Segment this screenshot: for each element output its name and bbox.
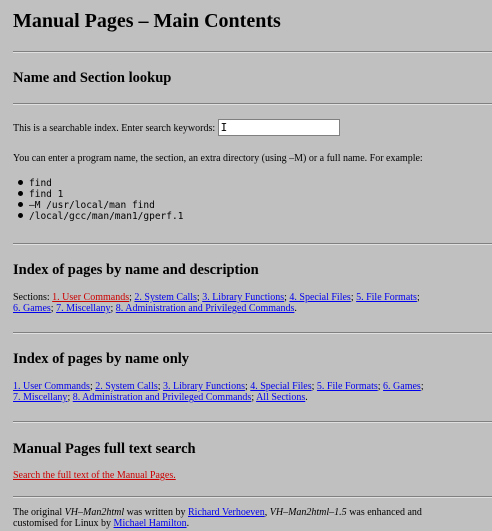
example-item: find (18, 178, 183, 189)
name-desc-links: Sections: 1. User Commands; 2. System Ca… (13, 292, 420, 314)
sections-label: Sections: (13, 292, 53, 303)
section-link[interactable]: 3. Library Functions (163, 381, 245, 392)
section-link[interactable]: 3. Library Functions (202, 292, 284, 303)
fulltext-search-link[interactable]: Search the full text of the Manual Pages… (13, 470, 176, 481)
section-link[interactable]: 2. System Calls (95, 381, 158, 392)
section-link[interactable]: 5. File Formats (317, 381, 378, 392)
bullet-icon (18, 180, 23, 185)
bullet-icon (18, 202, 23, 207)
search-input[interactable]: I (217, 119, 340, 136)
footer-program: VH–Man2html–1.5 (269, 507, 347, 518)
example-text: /local/gcc/man/man1/gperf.1 (29, 211, 184, 222)
name-desc-heading: Index of pages by name and description (13, 262, 259, 278)
section-link[interactable]: 4. Special Files (289, 292, 350, 303)
author-link[interactable]: Michael Hamilton (114, 518, 187, 529)
author-link[interactable]: Richard Verhoeven (188, 507, 265, 518)
divider (13, 103, 492, 105)
bullet-icon (18, 191, 23, 196)
text-cursor: I (220, 121, 228, 134)
section-link[interactable]: 1. User Commands (13, 381, 90, 392)
example-item: –M /usr/local/man find (18, 200, 183, 211)
example-item: find 1 (18, 189, 183, 200)
search-prompt-line: This is a searchable index. Enter search… (13, 119, 340, 137)
fulltext-line: Search the full text of the Manual Pages… (13, 470, 176, 481)
example-text: find (29, 178, 52, 189)
page-title: Manual Pages – Main Contents (13, 10, 281, 32)
section-link[interactable]: 2. System Calls (134, 292, 197, 303)
search-hint: You can enter a program name, the sectio… (13, 153, 423, 164)
section-link[interactable]: 7. Miscellany (13, 392, 67, 403)
name-only-links: 1. User Commands; 2. System Calls; 3. Li… (13, 381, 424, 403)
name-only-heading: Index of pages by name only (13, 351, 190, 367)
divider (13, 332, 492, 334)
divider (13, 421, 492, 423)
lookup-heading: Name and Section lookup (13, 70, 172, 86)
footer-program: VH–Man2html (64, 507, 125, 518)
footer-text: The original (13, 507, 65, 518)
divider (13, 51, 492, 53)
section-link[interactable]: 7. Miscellany (56, 303, 110, 314)
divider (13, 496, 492, 498)
search-prompt: This is a searchable index. Enter search… (13, 122, 216, 134)
example-item: /local/gcc/man/man1/gperf.1 (18, 211, 183, 222)
section-link[interactable]: 6. Games (13, 303, 51, 314)
section-link[interactable]: 4. Special Files (250, 381, 311, 392)
section-link[interactable]: 8. Administration and Privileged Command… (73, 392, 252, 403)
section-link[interactable]: All Sections (256, 392, 305, 403)
examples-list: find find 1 –M /usr/local/man find/local/g… (18, 178, 183, 222)
section-link[interactable]: 6. Games (383, 381, 421, 392)
section-link[interactable]: 5. File Formats (356, 292, 417, 303)
footer-text: . (186, 518, 190, 529)
footer-text: was written by (124, 507, 188, 518)
footer-text: customised for Linux by (13, 518, 114, 529)
section-link[interactable]: 1. User Commands (52, 292, 129, 303)
fulltext-heading: Manual Pages full text search (13, 441, 196, 457)
section-link[interactable]: 8. Administration and Privileged Command… (116, 303, 295, 314)
footer-text: was enhanced and (346, 507, 422, 518)
divider (13, 243, 492, 245)
example-text: –M /usr/local/man find (29, 200, 155, 211)
example-text: find 1 (29, 189, 64, 200)
footer: The original VH–Man2html was written by … (13, 507, 422, 529)
bullet-icon (18, 213, 23, 218)
